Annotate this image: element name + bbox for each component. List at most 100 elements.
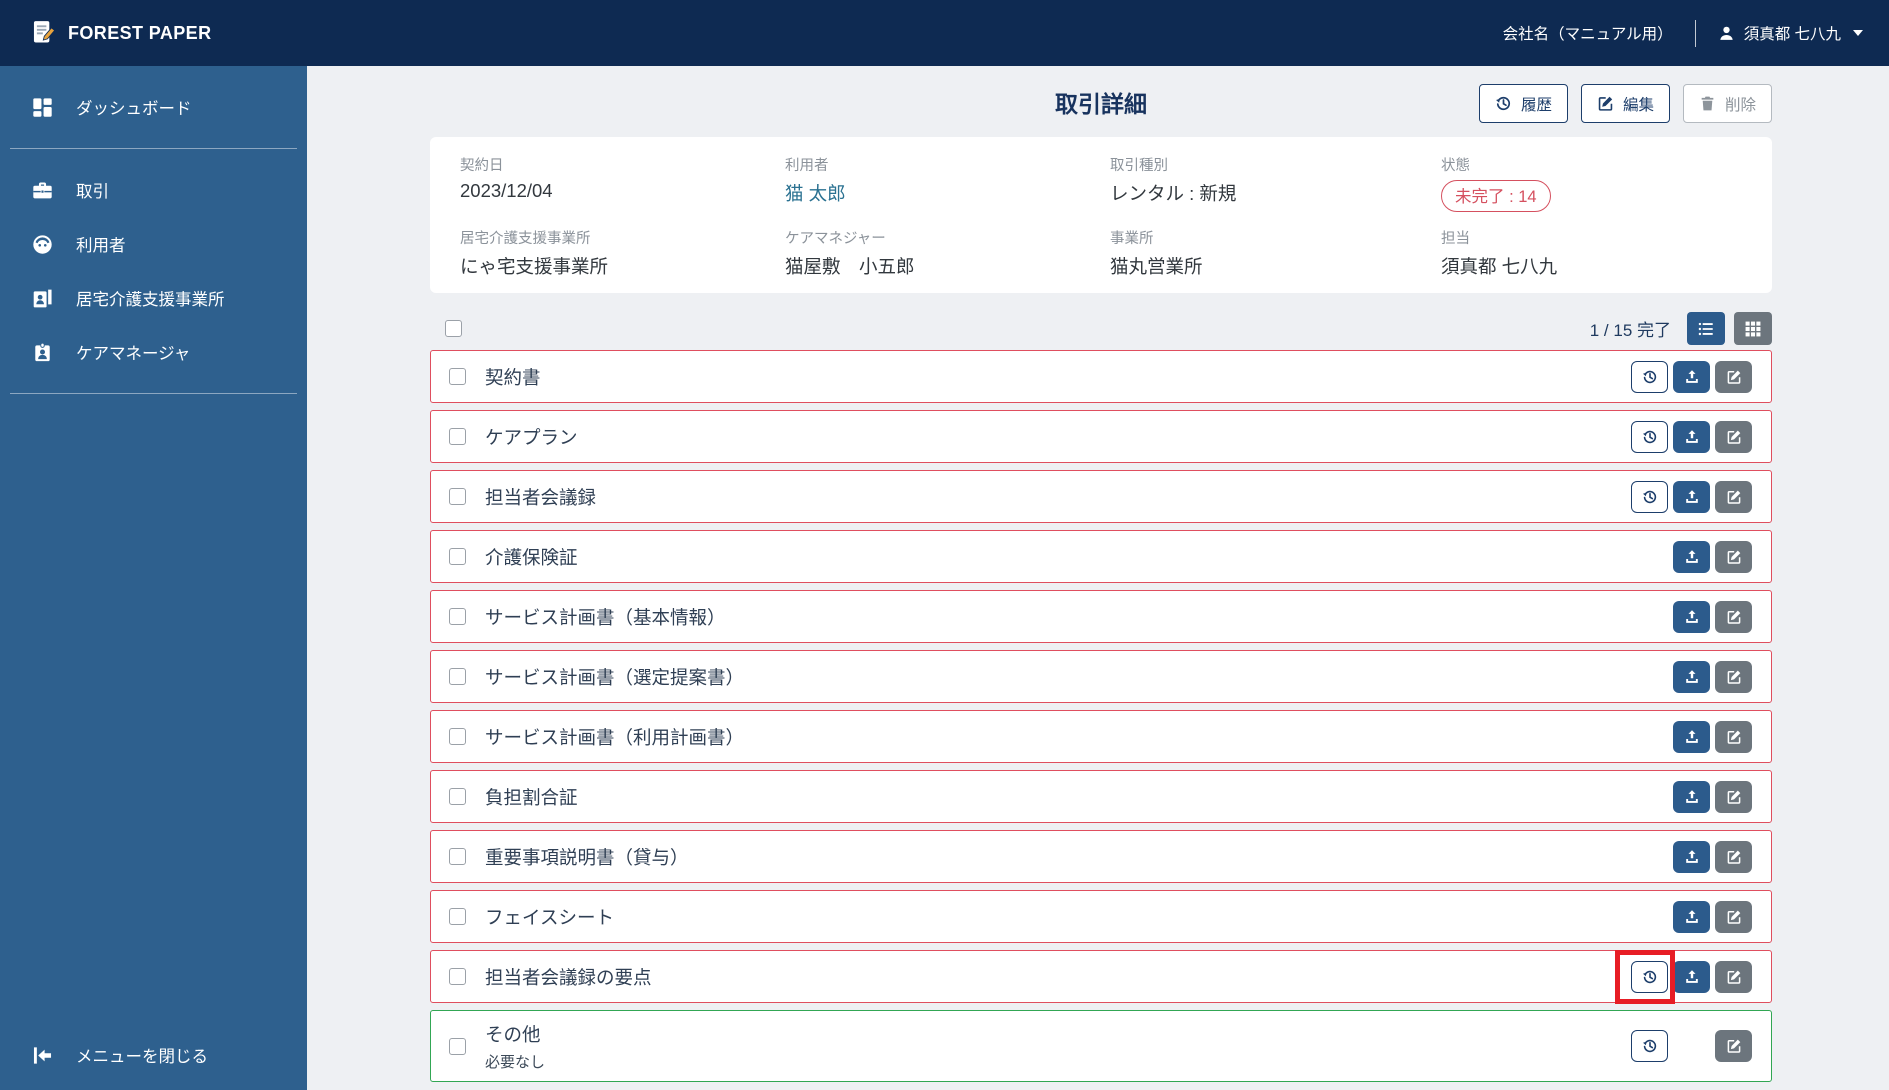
header-divider [1694, 19, 1696, 47]
row-checkbox[interactable] [449, 548, 466, 565]
row-upload-button[interactable] [1673, 540, 1710, 573]
row-edit-button[interactable] [1715, 600, 1752, 633]
field-staff: 担当 須真都 七八九 [1441, 227, 1742, 279]
field-care-manager: ケアマネジャー 猫屋敷 小五郎 [785, 227, 1110, 279]
list-view-icon [1697, 320, 1715, 338]
row-checkbox[interactable] [449, 968, 466, 985]
briefcase-icon [30, 180, 54, 201]
sidebar-item-care-manager[interactable]: ケアマネージャ [0, 325, 307, 379]
id-cards-icon [30, 288, 54, 309]
edit-action-button[interactable]: 編集 [1580, 84, 1670, 123]
row-checkbox[interactable] [449, 668, 466, 685]
row-history-button[interactable] [1631, 420, 1668, 453]
history-icon [1495, 95, 1512, 112]
document-name: その他 [485, 1023, 541, 1045]
row-checkbox[interactable] [449, 608, 466, 625]
row-upload-button[interactable] [1673, 480, 1710, 513]
table-row: 重要事項説明書（貸与） [430, 830, 1772, 883]
table-row: 担当者会議録 [430, 470, 1772, 523]
history-action-button[interactable]: 履歴 [1478, 84, 1568, 123]
row-edit-button[interactable] [1715, 960, 1752, 993]
user-face-icon [30, 234, 54, 255]
row-upload-button[interactable] [1673, 660, 1710, 693]
row-upload-button[interactable] [1673, 960, 1710, 993]
sidebar-item-users[interactable]: 利用者 [0, 217, 307, 271]
table-row: 介護保険証 [430, 530, 1772, 583]
field-label: 契約日 [460, 158, 504, 174]
sidebar-item-transactions[interactable]: 取引 [0, 163, 307, 217]
row-upload-button[interactable] [1673, 900, 1710, 933]
row-edit-button[interactable] [1715, 360, 1752, 393]
table-row: その他 必要なし [430, 1010, 1772, 1082]
sidebar-item-label: 取引 [76, 183, 109, 201]
row-edit-button[interactable] [1715, 780, 1752, 813]
document-name: 介護保険証 [485, 546, 578, 568]
row-checkbox[interactable] [449, 428, 466, 445]
grid-view-button[interactable] [1734, 312, 1772, 345]
field-user: 利用者 猫 太郎 [785, 154, 1110, 212]
delete-action-button[interactable]: 削除 [1682, 84, 1772, 123]
row-edit-button[interactable] [1715, 660, 1752, 693]
row-history-button[interactable] [1631, 960, 1668, 993]
badge-icon [30, 342, 54, 363]
row-edit-button[interactable] [1715, 1030, 1752, 1062]
row-edit-button[interactable] [1715, 900, 1752, 933]
field-label: 事業所 [1110, 231, 1154, 247]
document-name: 負担割合証 [485, 786, 578, 808]
list-view-button[interactable] [1687, 312, 1725, 345]
user-name: 須真都 七八九 [1743, 26, 1841, 43]
field-label: 状態 [1441, 158, 1470, 174]
row-checkbox[interactable] [449, 788, 466, 805]
row-edit-button[interactable] [1715, 420, 1752, 453]
field-office: 事業所 猫丸営業所 [1110, 227, 1441, 279]
progress-text: 1 / 15 完了 [1589, 321, 1671, 340]
close-menu-label: メニューを閉じる [76, 1048, 208, 1066]
sidebar-item-label: ダッシュボード [76, 100, 192, 118]
row-edit-button[interactable] [1715, 720, 1752, 753]
select-all-checkbox[interactable] [445, 320, 462, 337]
company-name: 会社名（マニュアル用） [1502, 26, 1673, 43]
row-history-button[interactable] [1631, 1030, 1668, 1062]
user-link[interactable]: 猫 太郎 [785, 180, 1110, 206]
sidebar-item-dashboard[interactable]: ダッシュボード [0, 80, 307, 134]
row-checkbox[interactable] [449, 1037, 466, 1055]
row-upload-button[interactable] [1673, 360, 1710, 393]
document-name: 契約書 [485, 366, 541, 388]
table-row: 負担割合証 [430, 770, 1772, 823]
row-upload-button[interactable] [1673, 420, 1710, 453]
field-value: 猫丸営業所 [1110, 256, 1203, 277]
field-contract-date: 契約日 2023/12/04 [460, 154, 785, 212]
row-checkbox[interactable] [449, 488, 466, 505]
table-row: サービス計画書（利用計画書） [430, 710, 1772, 763]
sidebar-item-label: 利用者 [76, 237, 126, 255]
user-menu[interactable]: 須真都 七八九 [1718, 22, 1863, 44]
field-status: 状態 未完了 : 14 [1441, 154, 1742, 212]
field-care-office: 居宅介護支援事業所 にゃ宅支援事業所 [460, 227, 785, 279]
row-checkbox[interactable] [449, 728, 466, 745]
sidebar-item-care-office[interactable]: 居宅介護支援事業所 [0, 271, 307, 325]
row-history-button[interactable] [1631, 480, 1668, 513]
sidebar: ダッシュボード 取引 利用者 居宅介護支援事業所 ケアマネージャ メニューを閉じ… [0, 66, 307, 1090]
row-upload-button[interactable] [1673, 600, 1710, 633]
row-checkbox[interactable] [449, 368, 466, 385]
main-content: 取引詳細 履歴 編集 削除 契約日 2023/12/04 利用者 猫 太郎 取引… [307, 66, 1889, 1090]
row-upload-button[interactable] [1673, 780, 1710, 813]
row-upload-button[interactable] [1673, 720, 1710, 753]
dashboard-icon [30, 97, 54, 118]
brand-logo[interactable]: FOREST PAPER [32, 20, 211, 46]
row-checkbox[interactable] [449, 848, 466, 865]
field-label: 利用者 [785, 158, 829, 174]
table-row: 担当者会議録の要点 [430, 949, 1772, 1004]
row-edit-button[interactable] [1715, 840, 1752, 873]
field-label: ケアマネジャー [785, 231, 886, 247]
top-bar: FOREST PAPER 会社名（マニュアル用） 須真都 七八九 [0, 0, 1889, 66]
row-checkbox[interactable] [449, 908, 466, 925]
sidebar-close-menu[interactable]: メニューを閉じる [0, 1028, 307, 1082]
document-name: サービス計画書（選定提案書） [485, 666, 745, 688]
row-edit-button[interactable] [1715, 480, 1752, 513]
row-history-button[interactable] [1631, 360, 1668, 393]
history-action-label: 履歴 [1520, 96, 1552, 114]
row-edit-button[interactable] [1715, 540, 1752, 573]
field-value: にゃ宅支援事業所 [460, 256, 609, 277]
row-upload-button[interactable] [1673, 840, 1710, 873]
